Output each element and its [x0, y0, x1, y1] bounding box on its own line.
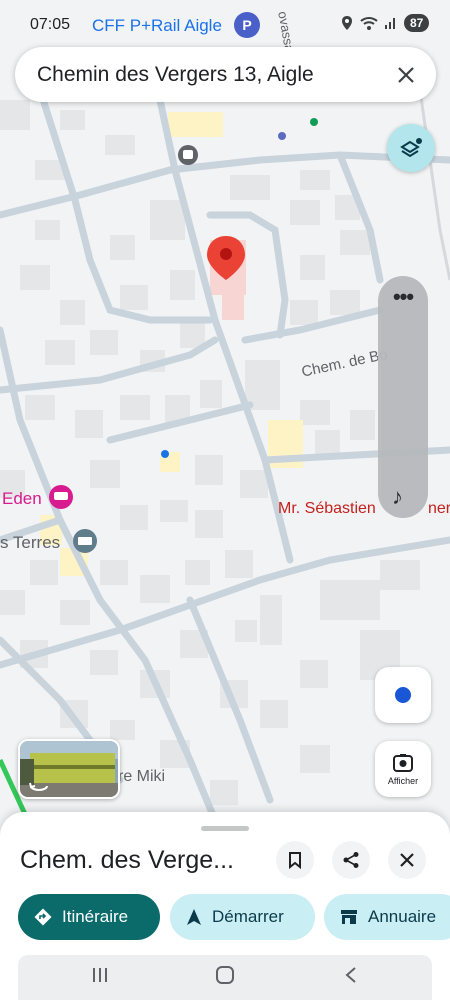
itinerary-button[interactable]: Itinéraire: [18, 894, 160, 940]
wifi-icon: [360, 17, 378, 30]
directory-button[interactable]: Annuaire: [324, 894, 450, 940]
my-location-icon: [395, 687, 411, 703]
poi-sebastien-label[interactable]: Mr. Sébastien: [278, 500, 376, 518]
status-icons: 87: [340, 14, 430, 32]
lens-label: Afficher: [387, 776, 419, 786]
parking-icon[interactable]: P: [234, 12, 260, 38]
close-icon: [400, 853, 414, 867]
share-button[interactable]: [332, 841, 370, 879]
poi-terres-label[interactable]: s Terres: [0, 533, 60, 553]
street-view-rotate-icon: [29, 782, 48, 791]
close-sheet-button[interactable]: [388, 841, 426, 879]
poi-sebastien-tail: ner: [428, 500, 450, 517]
layers-button[interactable]: [387, 124, 435, 172]
my-location-button[interactable]: [375, 667, 431, 723]
system-navigation-bar: [18, 955, 432, 1000]
map-label-cff[interactable]: CFF P+Rail Aigle: [92, 16, 222, 36]
status-time: 07:05: [30, 16, 71, 33]
layers-icon: [400, 138, 422, 158]
home-icon: [216, 966, 234, 984]
poi-miki-label[interactable]: re Miki: [118, 768, 165, 786]
music-note-icon[interactable]: ♪: [392, 484, 403, 510]
bookmark-button[interactable]: [276, 841, 314, 879]
street-view-thumbnail[interactable]: [18, 739, 120, 799]
directions-icon: [34, 908, 52, 926]
camera-lens-icon: [393, 754, 413, 772]
recent-apps-icon: [93, 968, 107, 982]
back-button[interactable]: [336, 963, 366, 987]
battery-indicator: 87: [404, 14, 430, 32]
share-icon: [343, 852, 359, 868]
directory-label: Annuaire: [368, 907, 437, 926]
search-input[interactable]: Chemin des Vergers 13, Aigle: [37, 63, 386, 87]
store-icon: [341, 910, 357, 924]
start-label: Démarrer: [212, 907, 284, 926]
more-icon[interactable]: •••: [378, 284, 428, 310]
search-bar[interactable]: Chemin des Vergers 13, Aigle: [15, 47, 436, 102]
recent-apps-button[interactable]: [85, 963, 115, 987]
start-button[interactable]: Démarrer: [170, 894, 315, 940]
close-icon[interactable]: [386, 55, 426, 95]
lens-button[interactable]: Afficher: [375, 741, 431, 797]
bookmark-icon: [289, 852, 301, 869]
drag-handle[interactable]: [201, 826, 249, 831]
home-button[interactable]: [210, 963, 240, 987]
back-icon: [345, 967, 356, 983]
location-status-icon: [342, 16, 352, 30]
floating-side-panel[interactable]: ••• ♪: [378, 276, 428, 518]
signal-icon: [385, 18, 395, 29]
poi-eden-label[interactable]: Eden: [2, 489, 42, 509]
itinerary-label: Itinéraire: [62, 907, 129, 926]
place-title: Chem. des Verge...: [20, 846, 235, 874]
navigation-arrow-icon: [187, 909, 201, 925]
status-bar: 07:05 87: [0, 0, 450, 50]
